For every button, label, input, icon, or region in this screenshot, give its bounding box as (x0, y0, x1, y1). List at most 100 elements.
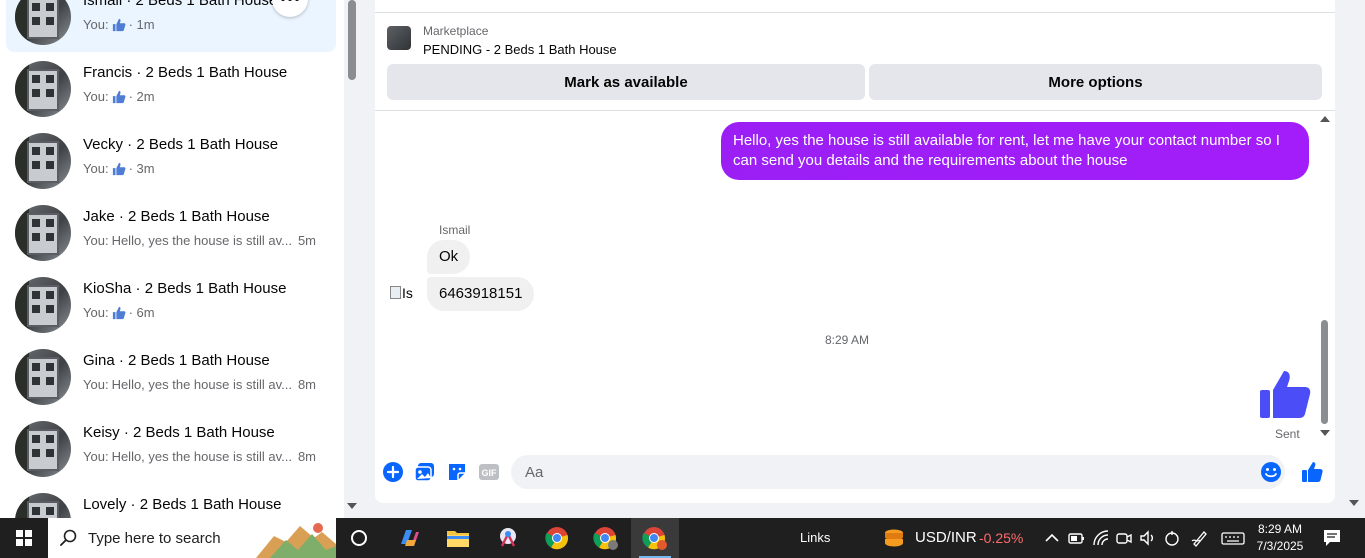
links-toolbar[interactable]: Links (800, 530, 830, 545)
mark-available-button[interactable]: Mark as available (387, 64, 865, 100)
incoming-message[interactable]: Ok (427, 240, 471, 274)
like-send-icon[interactable] (1301, 461, 1323, 483)
message-timestamp: 8:29 AM (824, 333, 870, 347)
avatar-alt-text: Is (402, 285, 413, 301)
conversation-item-francis[interactable]: Francis · 2 Beds 1 Bath House You: · 2m (6, 54, 336, 124)
avatar (15, 205, 71, 261)
taskbar-search[interactable]: Type here to search (48, 518, 336, 558)
conversation-item-gina[interactable]: Gina · 2 Beds 1 Bath House You: Hello, y… (6, 342, 336, 412)
listing-title[interactable]: PENDING - 2 Beds 1 Bath House (423, 42, 617, 57)
conversation-preview: You: Hello, yes the house is still av... (83, 449, 292, 464)
notification-icon[interactable] (1322, 528, 1342, 548)
conversation-item-vecky[interactable]: Vecky · 2 Beds 1 Bath House You: · 3m (6, 126, 336, 196)
more-options-button[interactable]: More options (869, 64, 1322, 100)
emoji-icon[interactable] (1260, 461, 1282, 483)
message-input[interactable] (511, 455, 1285, 489)
battery-icon[interactable] (1067, 529, 1085, 547)
conversation-item-jake[interactable]: Jake · 2 Beds 1 Bath House You: Hello, y… (6, 198, 336, 268)
more-options-icon[interactable] (272, 0, 308, 17)
search-highlight-icon (256, 523, 336, 558)
conversation-preview: You: Hello, yes the house is still av... (83, 233, 292, 248)
clock-date: 7/3/2025 (1256, 539, 1304, 553)
listing-thumbnail[interactable] (387, 26, 411, 50)
plus-circle-icon[interactable] (382, 461, 404, 483)
chat-scrollbar[interactable] (1318, 112, 1332, 442)
file-explorer-icon[interactable] (434, 518, 482, 558)
clock-time: 8:29 AM (1257, 522, 1303, 536)
conversation-name: Vecky · 2 Beds 1 Bath House (83, 136, 279, 153)
thumbs-up-icon (112, 18, 126, 31)
sticker-icon[interactable] (446, 461, 468, 483)
scroll-down-icon[interactable] (1349, 500, 1359, 506)
conversation-name: Jake · 2 Beds 1 Bath House (83, 208, 270, 225)
preview-message: Hello, yes the house is still av... (111, 233, 292, 248)
preview-prefix: You: (83, 305, 109, 320)
preview-prefix: You: (83, 17, 109, 32)
preview-time: 8m (297, 377, 316, 392)
preview-time: · 1m (128, 17, 155, 32)
preview-time: 8m (297, 449, 316, 464)
conversation-item-keisy[interactable]: Keisy · 2 Beds 1 Bath House You: Hello, … (6, 414, 336, 484)
scroll-down-icon[interactable] (347, 503, 357, 509)
chevron-up-icon[interactable] (1043, 529, 1061, 547)
preview-time: · 6m (128, 305, 155, 320)
photo-icon[interactable] (414, 461, 436, 483)
preview-time: 5m (297, 233, 316, 248)
windows-icon (16, 530, 32, 546)
divider (375, 12, 1335, 13)
meet-now-icon[interactable] (1115, 529, 1133, 547)
preview-prefix: You: (83, 89, 109, 104)
chrome-active-icon[interactable] (631, 518, 679, 558)
conversation-name: Keisy · 2 Beds 1 Bath House (83, 424, 275, 441)
gif-icon[interactable]: GIF (478, 461, 500, 483)
thumbs-up-icon (112, 162, 126, 175)
thumbs-up-icon (112, 90, 126, 103)
preview-prefix: You: (83, 377, 109, 392)
taskbar-clock[interactable]: 8:29 AM 7/3/2025 (1250, 521, 1310, 555)
messenger-app: Ismail · 2 Beds 1 Bath House You: · 1m F… (0, 0, 1365, 518)
chat-panel: Marketplace PENDING - 2 Beds 1 Bath Hous… (375, 0, 1335, 503)
scroll-up-icon[interactable] (1320, 116, 1330, 122)
start-button[interactable] (0, 518, 48, 558)
conversation-preview: You: · 3m (83, 161, 155, 176)
keyboard-icon[interactable] (1221, 529, 1245, 547)
avatar (15, 493, 71, 518)
volume-icon[interactable] (1139, 529, 1157, 547)
chrome-profile-icon[interactable] (582, 518, 630, 558)
conversation-item-kiosha[interactable]: KioSha · 2 Beds 1 Bath House You: · 6m (6, 270, 336, 340)
currency-icon (885, 529, 903, 547)
copilot-icon[interactable] (385, 518, 433, 558)
thumbs-up-icon[interactable] (1258, 368, 1312, 420)
preview-time: · 3m (128, 161, 155, 176)
sidebar-scrollbar[interactable] (344, 0, 360, 518)
outgoing-message[interactable]: Hello, yes the house is still available … (721, 122, 1309, 180)
conversation-item-ismail[interactable]: Ismail · 2 Beds 1 Bath House You: · 1m (6, 0, 336, 52)
search-placeholder: Type here to search (88, 529, 221, 547)
preview-message: Hello, yes the house is still av... (111, 449, 292, 464)
chat-scrollbar-thumb[interactable] (1321, 320, 1328, 424)
conversation-preview: You: Hello, yes the house is still av... (83, 377, 292, 392)
marketplace-label: Marketplace (423, 24, 489, 38)
conversation-preview: You: · 1m (83, 17, 155, 32)
sync-icon[interactable] (1163, 529, 1181, 547)
divider (375, 110, 1335, 111)
chrome-icon[interactable] (533, 518, 581, 558)
search-icon (60, 529, 77, 546)
network-icon[interactable] (1092, 529, 1110, 547)
cortana-icon[interactable] (335, 518, 383, 558)
incoming-message[interactable]: 6463918151 (427, 277, 535, 311)
conversation-item-lovely[interactable]: Lovely · 2 Beds 1 Bath House (6, 486, 336, 518)
sender-avatar[interactable]: Is (390, 285, 418, 313)
avatar (15, 61, 71, 117)
snipping-tool-icon[interactable] (484, 518, 532, 558)
pen-icon[interactable] (1191, 529, 1209, 547)
sidebar-scrollbar-thumb[interactable] (348, 0, 356, 80)
conversation-name: Gina · 2 Beds 1 Bath House (83, 352, 270, 369)
preview-message: Hello, yes the house is still av... (111, 377, 292, 392)
conversation-preview: You: · 6m (83, 305, 155, 320)
scroll-down-icon[interactable] (1320, 430, 1330, 436)
conversation-name: Ismail · 2 Beds 1 Bath House (83, 0, 278, 9)
conversation-preview: You: · 2m (83, 89, 155, 104)
currency-pair[interactable]: USD/INR (915, 529, 977, 546)
preview-time: · 2m (128, 89, 155, 104)
